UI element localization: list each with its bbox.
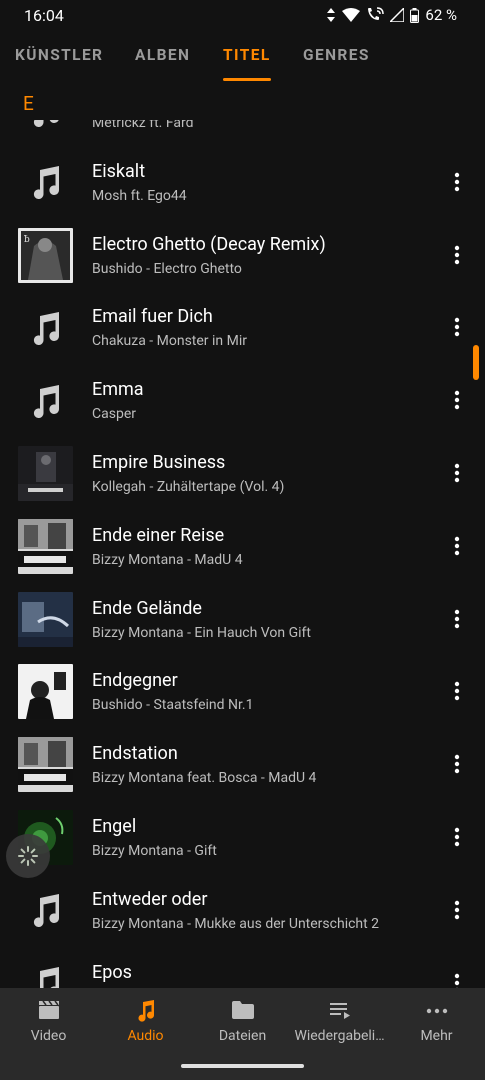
album-cover-image	[18, 664, 73, 720]
video-icon	[38, 1000, 59, 1019]
status-bar: 16:04 62 %	[0, 0, 485, 32]
track-artist-album: Bizzy Montana - Mukke aus der Unterschic…	[92, 915, 380, 932]
loading-spinner-button[interactable]	[6, 834, 50, 878]
svg-text:ƀ: ƀ	[24, 235, 30, 245]
music-note-icon	[18, 120, 73, 137]
more-options-icon[interactable]	[444, 309, 470, 345]
more-options-icon[interactable]	[444, 528, 470, 564]
section-header-letter: E	[23, 92, 34, 115]
tab-artists[interactable]: KÜNSTLER	[15, 46, 103, 64]
more-options-icon[interactable]	[444, 382, 470, 418]
track-row[interactable]: Empire Business Kollegah - Zuhältertape (…	[0, 437, 485, 510]
track-row[interactable]: ƀ Electro Ghetto (Decay Remix) Bushido - E…	[0, 219, 485, 292]
music-note-icon	[18, 155, 73, 210]
battery-percent: 62 %	[425, 6, 457, 24]
track-list[interactable]: Eisiger WindMetrickz ft. Fard Eiskalt Mosh…	[0, 120, 485, 988]
nav-more[interactable]: Mehr	[388, 988, 485, 1058]
track-title: Engel	[92, 815, 137, 837]
track-row[interactable]: Ende Gelände Bizzy Montana - Ein Hauch Vo…	[0, 583, 485, 656]
category-tabs: KÜNSTLER ALBEN TITEL GENRES	[0, 32, 485, 82]
track-title: Ende einer Reise	[92, 524, 225, 546]
track-title: Emma	[92, 379, 144, 401]
active-tab-indicator	[223, 78, 271, 81]
track-title: Epos	[92, 961, 132, 983]
playlist-icon	[329, 1003, 350, 1019]
nav-playlists-label: Wiedergabeli…	[294, 1028, 385, 1044]
track-artist-album: Mosh ft. Ego44	[92, 187, 187, 204]
track-title: Empire Business	[92, 451, 226, 473]
nav-more-label: Mehr	[420, 1028, 453, 1044]
track-artist-album: Bizzy Montana - Gift	[92, 842, 217, 859]
more-options-icon[interactable]	[444, 673, 470, 709]
tab-titles[interactable]: TITEL	[223, 46, 271, 64]
tab-albums[interactable]: ALBEN	[135, 46, 190, 64]
track-artist-album: Casper	[92, 406, 136, 423]
track-row[interactable]: Epos	[0, 947, 485, 988]
spinner-icon	[18, 846, 38, 866]
album-cover-image	[18, 591, 73, 647]
more-options-icon[interactable]	[444, 455, 470, 491]
track-artist-album: Kollegah - Zuhältertape (Vol. 4)	[92, 478, 285, 495]
music-note-icon	[18, 956, 73, 988]
track-title: Entweder oder	[92, 888, 208, 910]
more-horizontal-icon	[426, 1008, 447, 1014]
track-artist-album: Metrickz ft. Fard	[92, 120, 194, 131]
nav-playlists[interactable]: Wiedergabeli…	[291, 988, 388, 1058]
track-row[interactable]: Eisiger WindMetrickz ft. Fard	[0, 120, 485, 146]
status-icons: 62 %	[326, 6, 457, 24]
more-options-icon[interactable]	[444, 892, 470, 928]
more-options-icon[interactable]	[444, 746, 470, 782]
status-time: 16:04	[24, 6, 64, 25]
music-note-icon	[138, 1000, 154, 1022]
track-row[interactable]: Endstation Bizzy Montana feat. Bosca - Ma…	[0, 728, 485, 801]
more-options-icon[interactable]	[444, 819, 470, 855]
more-options-icon[interactable]	[444, 601, 470, 637]
album-cover-image	[18, 737, 73, 793]
music-note-icon	[18, 883, 73, 938]
track-artist-album: Bushido - Electro Ghetto	[92, 260, 242, 277]
more-options-icon[interactable]	[444, 164, 470, 200]
track-row[interactable]: Emma Casper	[0, 364, 485, 437]
music-note-icon	[18, 373, 73, 428]
more-options-icon[interactable]	[444, 965, 470, 988]
album-cover-image	[18, 445, 73, 501]
more-options-icon[interactable]	[444, 237, 470, 273]
battery-icon	[410, 7, 420, 23]
album-cover-image: ƀ	[18, 227, 73, 283]
data-transfer-icon	[327, 8, 336, 22]
scrollbar-thumb[interactable]	[473, 345, 479, 380]
track-row[interactable]: Eiskalt Mosh ft. Ego44	[0, 146, 485, 219]
nav-audio-label: Audio	[127, 1028, 164, 1044]
track-artist-album: Bizzy Montana feat. Bosca - MadU 4	[92, 770, 317, 787]
more-options-icon[interactable]	[444, 120, 470, 127]
home-indicator[interactable]	[181, 1064, 304, 1068]
track-title: Endstation	[92, 743, 178, 765]
nav-audio[interactable]: Audio	[97, 988, 194, 1058]
track-row[interactable]: Endgegner Bushido - Staatsfeind Nr.1	[0, 655, 485, 728]
tab-genres[interactable]: GENRES	[303, 46, 370, 64]
track-row[interactable]: Ende einer Reise Bizzy Montana - MadU 4	[0, 510, 485, 583]
track-row[interactable]: Engel Bizzy Montana - Gift	[0, 801, 485, 874]
signal-icon	[390, 8, 405, 22]
track-artist-album: Bizzy Montana - Ein Hauch Von Gift	[92, 624, 311, 641]
nav-files-label: Dateien	[218, 1028, 267, 1044]
track-row[interactable]: Email fuer Dich Chakuza - Monster in Mir	[0, 291, 485, 364]
wifi-icon	[342, 8, 361, 22]
wifi-call-icon	[368, 7, 385, 20]
track-title: Email fuer Dich	[92, 306, 213, 328]
track-artist-album: Bushido - Staatsfeind Nr.1	[92, 697, 254, 714]
folder-icon	[231, 1001, 254, 1019]
track-artist-album: Chakuza - Monster in Mir	[92, 333, 247, 350]
nav-video-label: Video	[30, 1028, 67, 1044]
album-cover-image	[18, 518, 73, 574]
track-title: Ende Gelände	[92, 597, 202, 619]
track-title: Eiskalt	[92, 160, 146, 182]
music-note-icon	[18, 300, 73, 355]
nav-video[interactable]: Video	[0, 988, 97, 1058]
track-row[interactable]: Entweder oder Bizzy Montana - Mukke aus d…	[0, 874, 485, 947]
track-title: Electro Ghetto (Decay Remix)	[92, 233, 326, 255]
nav-files[interactable]: Dateien	[194, 988, 291, 1058]
track-artist-album: Bizzy Montana - MadU 4	[92, 551, 243, 568]
track-title: Endgegner	[92, 670, 178, 692]
